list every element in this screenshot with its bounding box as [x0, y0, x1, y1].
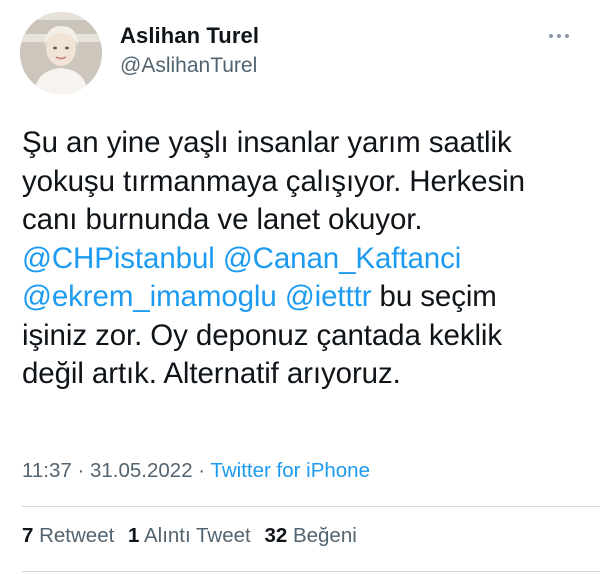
quote-label: Alıntı Tweet — [139, 524, 251, 547]
author-names: Aslihan Turel @AslihanTurel — [120, 22, 259, 80]
quote-number: 1 — [128, 524, 140, 547]
tweet-text-line: @ekrem_imamoglu @ietttr bu seçim — [22, 278, 582, 317]
tweet-text-segment: değil artık. Alternatif arıyoruz. — [22, 357, 401, 390]
tweet-text-segment — [277, 280, 285, 313]
tweet-text: Şu an yine yaşlı insanlar yarım saatlik y… — [22, 124, 582, 394]
meta-separator: · — [192, 459, 211, 482]
mention-link[interactable]: @Canan_Kaftanci — [223, 242, 461, 275]
more-options-icon[interactable] — [544, 26, 574, 46]
tweet-text-segment: canı burnunda ve lanet okuyor. — [22, 203, 423, 236]
tweet-header: Aslihan Turel @AslihanTurel — [20, 12, 580, 94]
tweet-source-link[interactable]: Twitter for iPhone — [210, 459, 370, 482]
tweet-text-line: @CHPistanbul @Canan_Kaftanci — [22, 240, 582, 279]
mention-link[interactable]: @CHPistanbul — [22, 242, 215, 275]
quote-count[interactable]: 1 Alıntı Tweet — [128, 524, 251, 547]
tweet-text-segment: yokuşu tırmanmaya çalışıyor. Herkesin — [22, 164, 525, 198]
author-display-name[interactable]: Aslihan Turel — [120, 22, 259, 50]
dot — [565, 34, 569, 38]
tweet-time[interactable]: 11:37 — [22, 459, 72, 482]
tweet-text-segment: bu seçim — [371, 280, 497, 313]
divider — [22, 571, 600, 572]
tweet-date[interactable]: 31.05.2022 — [90, 459, 193, 482]
divider — [22, 506, 600, 507]
like-label: Beğeni — [287, 524, 357, 547]
mention-link[interactable]: @ietttr — [285, 280, 372, 313]
author-handle[interactable]: @AslihanTurel — [120, 52, 259, 80]
tweet-card: Aslihan Turel @AslihanTurel Şu an yine y… — [0, 0, 600, 574]
tweet-text-line: işiniz zor. Oy deponuz çantada keklik — [22, 317, 582, 356]
like-number: 32 — [264, 524, 288, 547]
retweet-count[interactable]: 7 Retweet — [22, 524, 114, 547]
retweet-number: 7 — [22, 524, 34, 547]
tweet-text-segment: Şu an yine yaşlı insanlar yarım saatlik — [22, 126, 512, 159]
tweet-stats: 7 Retweet 1 Alıntı Tweet 32 Beğeni — [22, 524, 365, 548]
tweet-meta: 11:37 · 31.05.2022 · Twitter for iPhone — [22, 459, 370, 483]
tweet-text-segment — [215, 242, 223, 275]
mention-link[interactable]: @ekrem_imamoglu — [22, 280, 277, 313]
dot — [557, 34, 561, 38]
tweet-text-line: Şu an yine yaşlı insanlar yarım saatlik — [22, 124, 582, 163]
retweet-label: Retweet — [33, 524, 115, 547]
tweet-text-line: canı burnunda ve lanet okuyor. — [22, 201, 582, 240]
like-count[interactable]: 32 Beğeni — [264, 524, 356, 547]
avatar[interactable] — [20, 12, 102, 94]
tweet-text-line: değil artık. Alternatif arıyoruz. — [22, 355, 582, 394]
meta-separator: · — [71, 459, 90, 482]
dot — [549, 34, 553, 38]
tweet-text-segment: işiniz zor. Oy deponuz çantada keklik — [22, 318, 503, 352]
avatar-photo — [20, 12, 102, 94]
tweet-text-line: yokuşu tırmanmaya çalışıyor. Herkesin — [22, 163, 582, 202]
